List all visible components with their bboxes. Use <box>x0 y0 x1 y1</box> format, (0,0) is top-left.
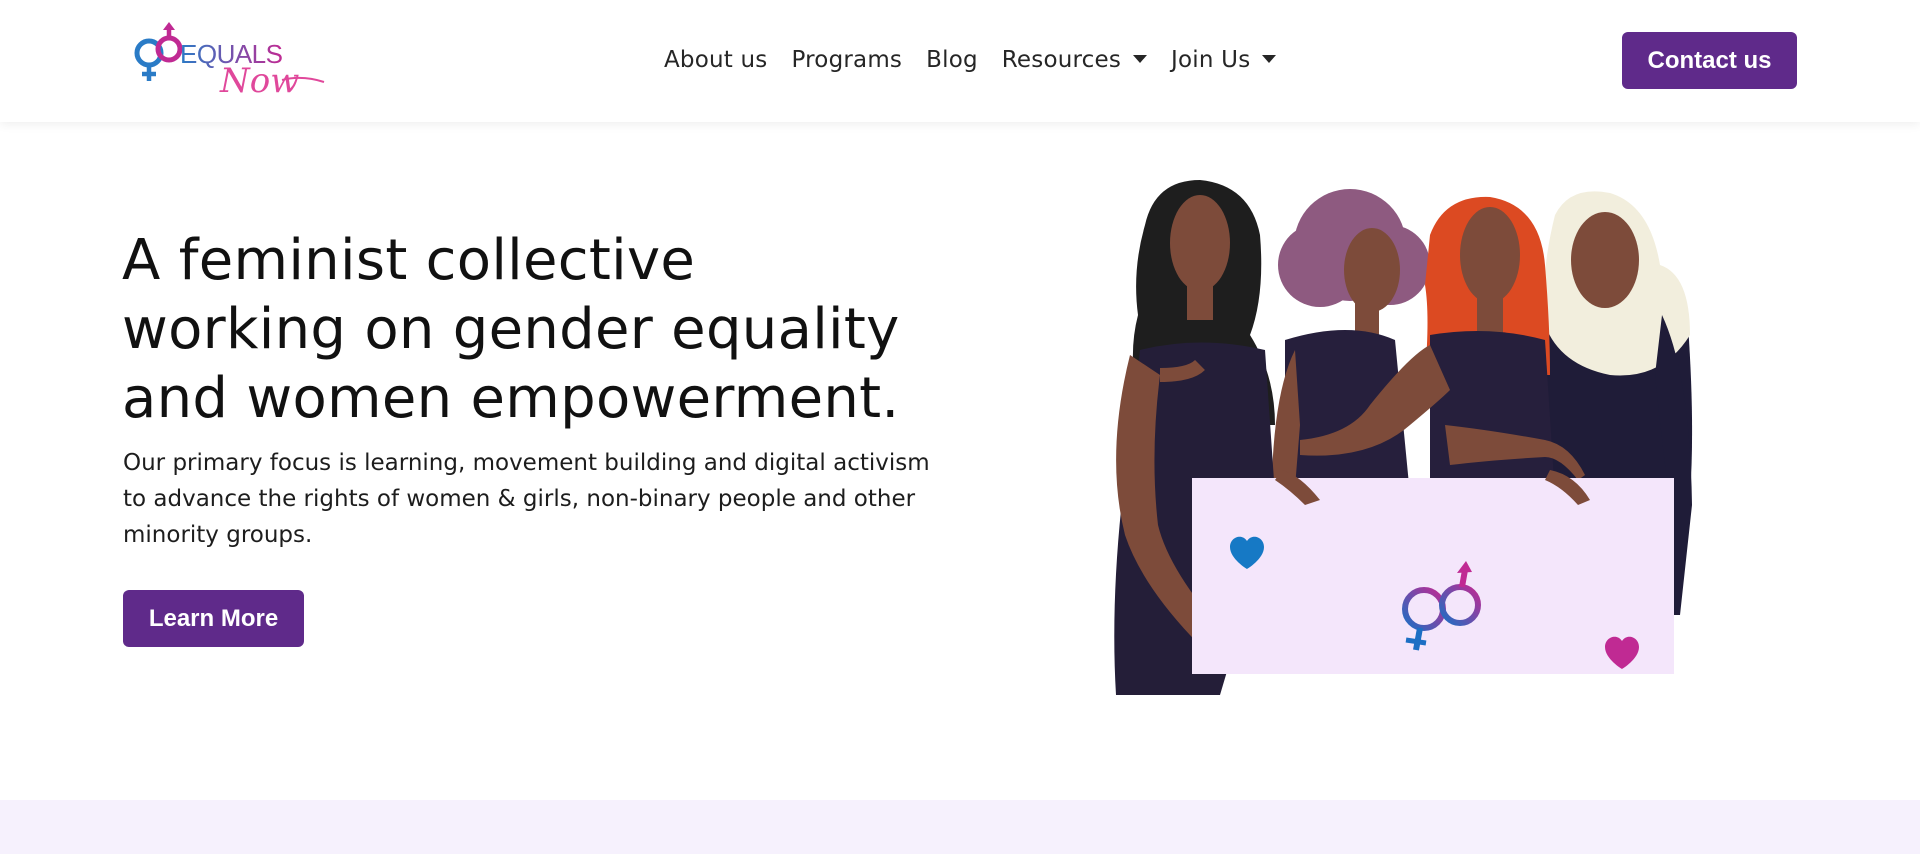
nav-join-us-dropdown[interactable]: Join Us <box>1171 47 1277 73</box>
hero-illustration <box>1050 175 1710 695</box>
chevron-down-icon <box>1133 55 1148 63</box>
svg-text:Now: Now <box>219 61 299 101</box>
nav-resources-dropdown[interactable]: Resources <box>1001 47 1148 73</box>
chevron-down-icon <box>1262 55 1277 63</box>
nav-join-us-label: Join Us <box>1171 47 1251 73</box>
nav-programs-label: Programs <box>791 47 903 73</box>
site-header: EQUALS Now About us Programs Blog Resour… <box>0 0 1920 122</box>
sign-board <box>1192 470 1674 674</box>
nav-about-us-label: About us <box>664 47 768 73</box>
hero-title-line: and women empowerment. <box>122 366 900 431</box>
contact-us-button[interactable]: Contact us <box>1622 32 1797 89</box>
nav-blog[interactable]: Blog <box>926 47 978 73</box>
hero-description: Our primary focus is learning, movement … <box>123 450 930 548</box>
nav-blog-label: Blog <box>926 47 978 73</box>
nav-programs[interactable]: Programs <box>791 47 902 73</box>
nav-about-us[interactable]: About us <box>664 47 767 73</box>
women-group-illustration <box>1114 180 1693 695</box>
hero-title-line: A feminist collective <box>122 228 696 293</box>
logo-icon: EQUALS Now <box>134 22 325 101</box>
next-section-band <box>0 800 1920 854</box>
equals-now-logo[interactable]: EQUALS Now <box>132 20 332 102</box>
hero-title-line: working on gender equality <box>122 297 900 362</box>
nav-resources-label: Resources <box>1001 47 1122 73</box>
main-nav: About us Programs Blog Resources Join Us <box>664 42 1300 78</box>
learn-more-button[interactable]: Learn More <box>123 590 304 647</box>
hero-title: A feminist collective working on gender … <box>122 226 952 433</box>
woman-curly-hair <box>1270 189 1430 525</box>
